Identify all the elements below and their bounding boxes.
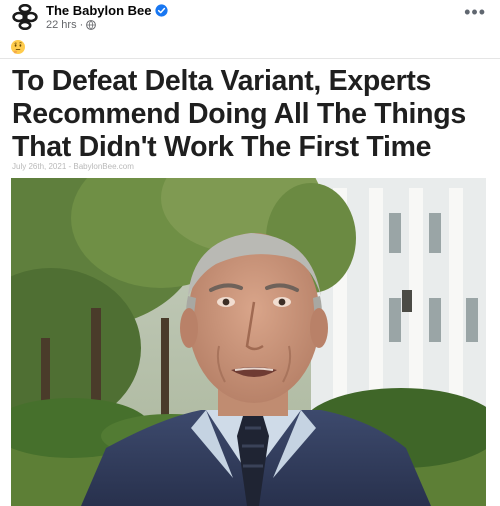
- meta-separator: ·: [79, 19, 84, 31]
- more-options-icon[interactable]: •••: [464, 3, 486, 21]
- page-name[interactable]: The Babylon Bee: [46, 3, 151, 18]
- page-name-link[interactable]: The Babylon Bee: [46, 3, 169, 18]
- post-meta: 22 hrs ·: [46, 19, 97, 31]
- post-header: The Babylon Bee 22 hrs · •••: [0, 0, 500, 34]
- thinking-face-emoji: [10, 39, 26, 55]
- article-headline[interactable]: To Defeat Delta Variant, Experts Recomme…: [12, 65, 497, 164]
- post-timestamp[interactable]: 22 hrs: [46, 19, 77, 31]
- verified-badge-icon: [155, 4, 169, 17]
- bee-logo-icon[interactable]: [12, 3, 38, 31]
- article-card[interactable]: To Defeat Delta Variant, Experts Recomme…: [0, 58, 500, 506]
- globe-icon: [86, 20, 97, 30]
- article-photo[interactable]: [11, 178, 486, 506]
- article-byline: July 26th, 2021 - BabylonBee.com: [12, 162, 134, 171]
